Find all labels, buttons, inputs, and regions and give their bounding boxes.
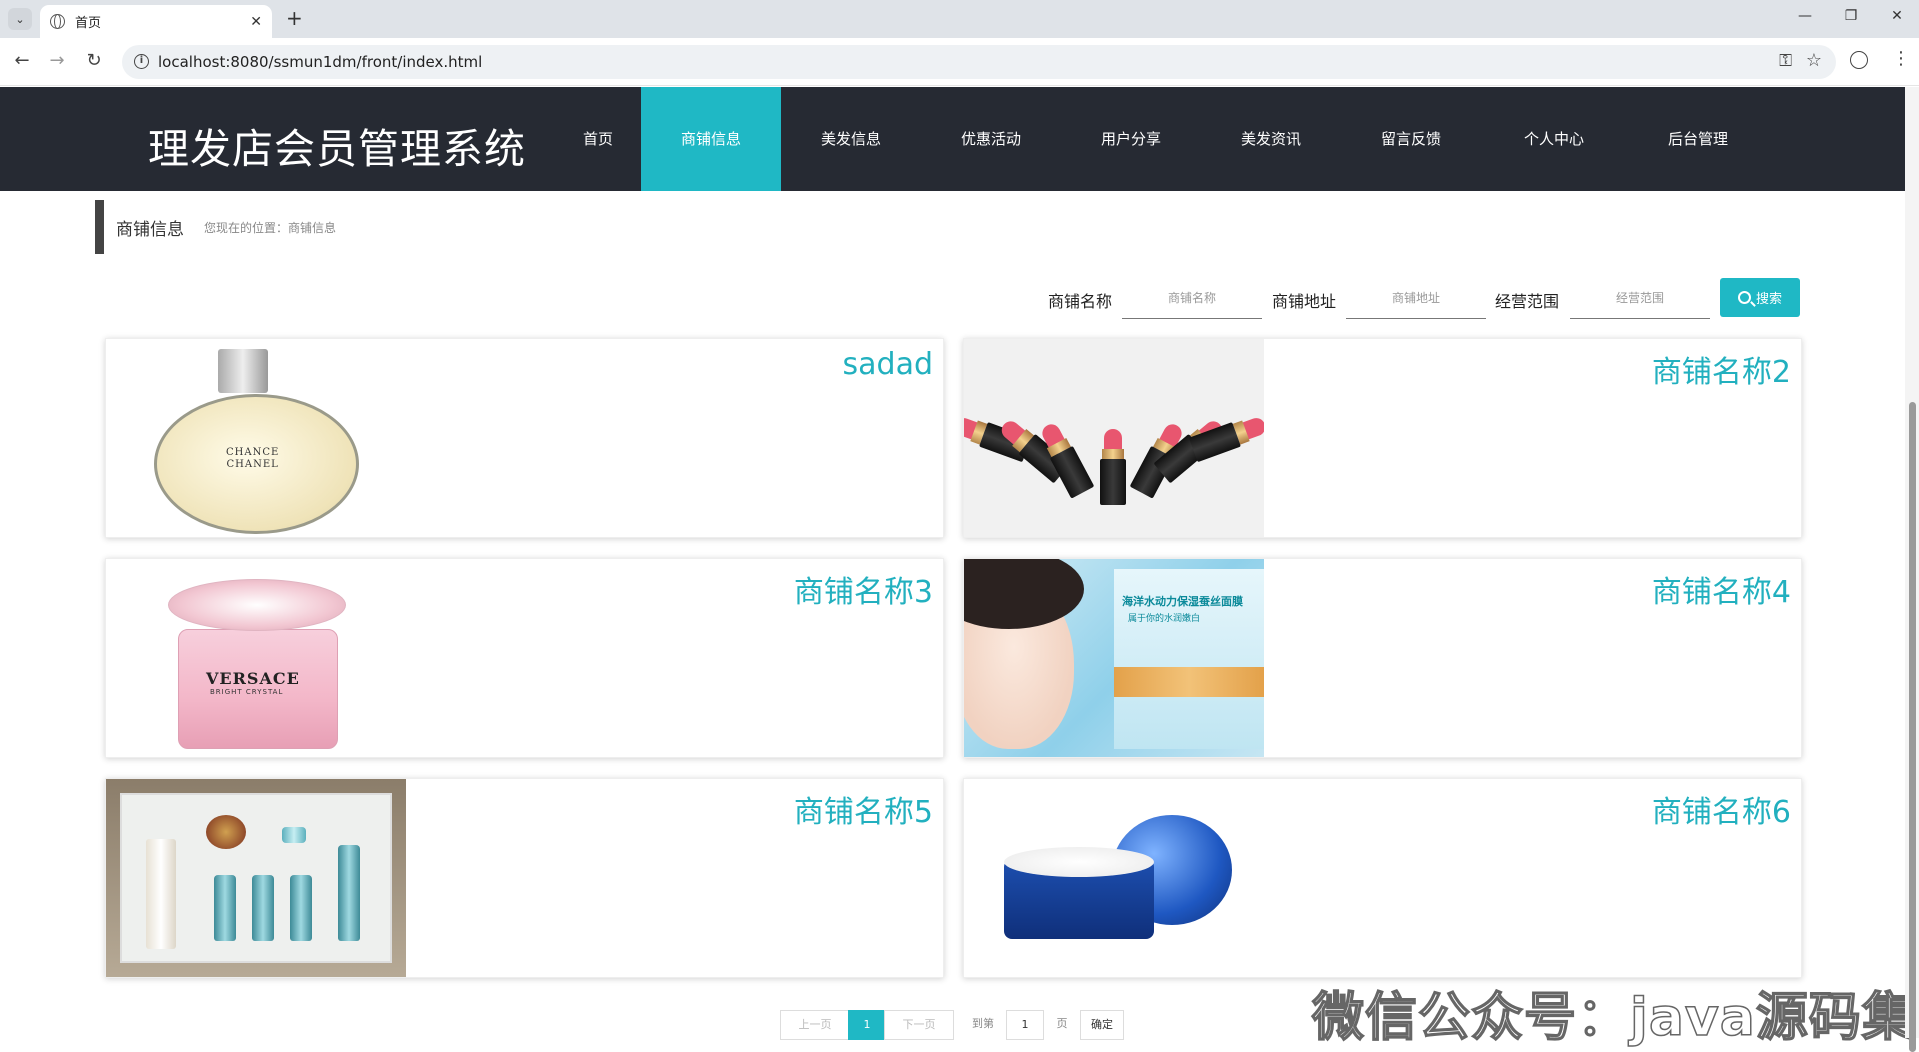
- next-page-button[interactable]: 下一页: [884, 1010, 954, 1040]
- current-position: 您现在的位置：商铺信息: [204, 220, 337, 235]
- business-scope-label: 经营范围: [1495, 292, 1560, 311]
- window-close-icon[interactable]: ✕: [1882, 8, 1912, 24]
- business-scope-input[interactable]: [1570, 278, 1710, 319]
- back-icon[interactable]: ←: [10, 50, 34, 71]
- shop-name[interactable]: 商铺名称5: [794, 787, 933, 831]
- browser-tab[interactable]: 首页 ✕: [40, 5, 272, 38]
- nav-promotions[interactable]: 优惠活动: [921, 87, 1061, 191]
- nav-user-share[interactable]: 用户分享: [1061, 87, 1201, 191]
- watermark: 微信公众号：java源码集合: [1311, 987, 1919, 1049]
- goto-page-input[interactable]: 1: [1006, 1010, 1044, 1040]
- shop-image-face-mask[interactable]: 海洋水动力保湿蚕丝面膜 属于你的水润嫩白: [964, 559, 1264, 757]
- browser-tab-strip: ⌄ 首页 ✕ + — ❐ ✕: [0, 0, 1919, 38]
- section-title: 商铺信息: [116, 219, 184, 240]
- shop-card[interactable]: 海洋水动力保湿蚕丝面膜 属于你的水润嫩白 商铺名称4: [963, 558, 1802, 758]
- shop-image-perfume[interactable]: CHANCE CHANEL: [106, 339, 406, 537]
- address-bar: ← → ↻ i localhost:8080/ssmun1dm/front/in…: [0, 38, 1919, 86]
- confirm-page-button[interactable]: 确定: [1080, 1010, 1124, 1040]
- page-unit-label: 页: [1050, 1010, 1074, 1040]
- search-icon: [1737, 291, 1751, 304]
- shop-image-lipsticks[interactable]: [964, 339, 1264, 537]
- bookmark-star-icon[interactable]: ☆: [1806, 50, 1822, 71]
- shop-card[interactable]: VERSACE BRIGHT CRYSTAL 商铺名称3: [105, 558, 944, 758]
- shop-name[interactable]: sadad: [843, 347, 933, 382]
- nav-personal-center[interactable]: 个人中心: [1484, 87, 1624, 191]
- new-tab-icon[interactable]: +: [286, 8, 303, 28]
- search-form: 商铺名称 商铺地址 经营范围 搜索: [0, 278, 1919, 320]
- page-scrollbar[interactable]: [1905, 87, 1919, 1052]
- shop-card[interactable]: 商铺名称5: [105, 778, 944, 978]
- nav-shop-info[interactable]: 商铺信息: [641, 87, 781, 191]
- shop-name[interactable]: 商铺名称2: [1652, 347, 1791, 391]
- shop-image-perfume[interactable]: VERSACE BRIGHT CRYSTAL: [106, 559, 406, 757]
- site-info-icon[interactable]: i: [134, 54, 149, 69]
- shop-card[interactable]: CHANCE CHANEL sadad: [105, 338, 944, 538]
- search-button[interactable]: 搜索: [1720, 278, 1800, 317]
- nav-hair-news[interactable]: 美发资讯: [1201, 87, 1341, 191]
- menu-kebab-icon[interactable]: ⋮: [1892, 50, 1910, 68]
- page-1-button[interactable]: 1: [848, 1010, 886, 1040]
- reload-icon[interactable]: ↻: [82, 50, 106, 71]
- nav-feedback[interactable]: 留言反馈: [1341, 87, 1481, 191]
- shop-name[interactable]: 商铺名称4: [1652, 567, 1791, 611]
- shop-card[interactable]: 商铺名称2: [963, 338, 1802, 538]
- prev-page-button[interactable]: 上一页: [780, 1010, 850, 1040]
- shop-address-label: 商铺地址: [1272, 292, 1337, 311]
- shop-name[interactable]: 商铺名称6: [1652, 787, 1791, 831]
- shop-image-skincare-set[interactable]: [106, 779, 406, 977]
- profile-icon[interactable]: [1850, 51, 1868, 69]
- password-key-icon[interactable]: ⚿: [1779, 51, 1792, 71]
- url-text[interactable]: localhost:8080/ssmun1dm/front/index.html: [158, 53, 482, 71]
- forward-icon[interactable]: →: [45, 50, 69, 71]
- globe-icon: [50, 14, 65, 29]
- shop-name[interactable]: 商铺名称3: [794, 567, 933, 611]
- close-tab-icon[interactable]: ✕: [250, 14, 262, 30]
- shop-name-input[interactable]: [1122, 278, 1262, 319]
- restore-icon[interactable]: ❐: [1836, 8, 1866, 24]
- nav-home[interactable]: 首页: [550, 87, 646, 191]
- url-field[interactable]: i localhost:8080/ssmun1dm/front/index.ht…: [122, 45, 1836, 79]
- shop-address-input[interactable]: [1346, 278, 1486, 319]
- nav-admin[interactable]: 后台管理: [1628, 87, 1768, 191]
- scrollbar-thumb[interactable]: [1909, 402, 1916, 1052]
- shop-card[interactable]: 商铺名称6: [963, 778, 1802, 978]
- search-button-label: 搜索: [1755, 292, 1782, 307]
- nav-hair-info[interactable]: 美发信息: [781, 87, 921, 191]
- goto-label: 到第: [966, 1010, 1000, 1040]
- tab-title: 首页: [75, 16, 102, 31]
- shop-name-label: 商铺名称: [1048, 292, 1113, 311]
- site-header: 理发店会员管理系统 首页 商铺信息 美发信息 优惠活动 用户分享 美发资讯 留言…: [0, 87, 1905, 191]
- breadcrumb: 商铺信息 您现在的位置：商铺信息: [95, 200, 336, 254]
- tab-search-chevron-icon[interactable]: ⌄: [8, 8, 32, 30]
- minimize-icon[interactable]: —: [1790, 8, 1820, 24]
- site-title: 理发店会员管理系统: [148, 125, 526, 173]
- shop-image-cream-jar[interactable]: [964, 779, 1264, 977]
